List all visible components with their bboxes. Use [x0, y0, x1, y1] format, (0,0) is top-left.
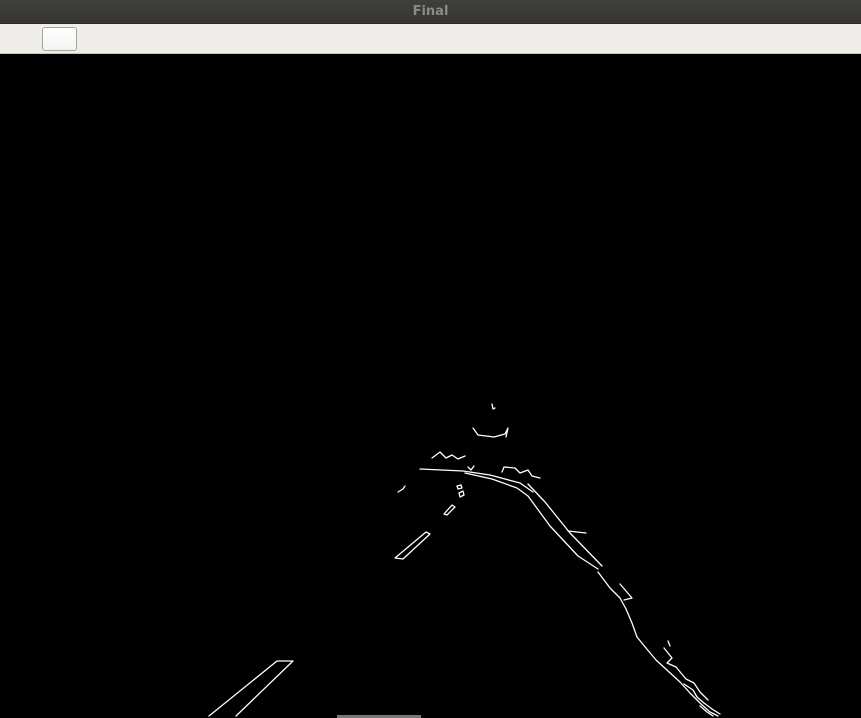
edge-lane-marker-bottom-left [208, 660, 294, 717]
edge-road-right-2 [527, 495, 599, 570]
edge-blob-1 [456, 484, 463, 490]
edge-lane-marker-middle [394, 531, 431, 560]
edge-structure-1 [431, 451, 466, 460]
edge-road-curb [597, 571, 719, 717]
edge-blob-2 [458, 490, 465, 498]
edge-blob-left [397, 485, 406, 493]
window-title: Final [412, 4, 449, 19]
window-titlebar[interactable]: Final [0, 0, 861, 24]
toolbar-button[interactable] [42, 27, 77, 51]
edge-structure-2 [472, 427, 509, 438]
edge-road-right [527, 483, 603, 567]
edge-road-curb-2 [619, 583, 633, 601]
edge-structure-5 [467, 465, 475, 471]
edge-structure-3 [491, 403, 496, 410]
edge-structure-4 [501, 466, 541, 479]
edge-road-curb-4 [667, 640, 671, 647]
toolbar [0, 24, 861, 54]
edge-lane-marker-small [443, 504, 456, 516]
edge-horizon-line [419, 468, 534, 493]
edge-road-right-3 [567, 530, 587, 534]
edge-road-curb-5 [683, 683, 721, 715]
app-window: Final [0, 0, 861, 718]
edge-image [208, 403, 721, 717]
image-canvas [0, 54, 861, 718]
